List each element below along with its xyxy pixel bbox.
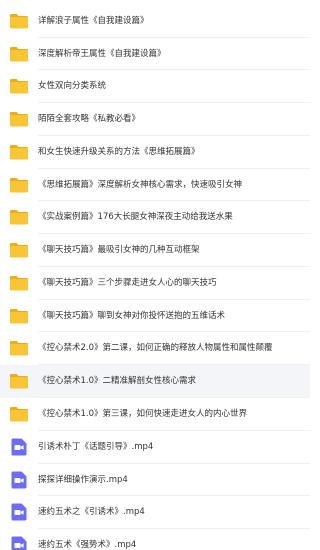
folder-icon [9,338,29,358]
file-name: 《控心禁术1.0》第三课，如何快速走进女人的内心世界 [38,409,248,420]
folder-row[interactable]: 陌陌全套攻略《私教必看》 [0,103,310,136]
file-name: 《控心禁术2.0》第二课，如何正确的释放人物属性和属性颠覆 [38,343,273,354]
folder-icon [9,306,29,326]
video-file-row[interactable]: 引诱术朴丁《话题引导》.mp4 [0,431,310,464]
folder-icon [9,11,29,31]
file-name: 《聊天技巧篇》聊到女神对你投怀送抱的五维话术 [38,310,226,321]
file-name: 陌陌全套攻略《私教必看》 [38,114,141,125]
folder-icon [9,142,29,162]
folder-row[interactable]: 深度解析帝王属性《自我建设篇》 [0,38,310,71]
folder-row[interactable]: 《控心禁术1.0》第三课，如何快速走进女人的内心世界 [0,398,310,431]
folder-row[interactable]: 详解浪子属性《自我建设篇》 [0,5,310,38]
file-name: 引诱术朴丁《话题引导》.mp4 [38,442,154,453]
file-name: 《控心禁术1.0》二精准解剖女性核心需求 [38,376,197,387]
file-name: 和女生快速升级关系的方法《思维拓展篇》 [38,147,200,158]
folder-icon [9,76,29,96]
file-name: 《实战案例篇》176大长腿女神深夜主动给我送水果 [38,212,233,223]
folder-row[interactable]: 《聊天技巧篇》最吸引女神的几种互动框架 [0,234,310,267]
file-name: 深度解析帝王属性《自我建设篇》 [38,48,166,59]
video-icon [9,470,29,490]
file-name: 《思维拓展篇》深度解析女神核心需求，快速吸引女神 [38,179,243,190]
folder-icon [9,44,29,64]
file-name: 女性双向分类系统 [38,81,107,92]
video-file-row[interactable]: 速约五术《强势术》.mp4 [0,529,310,550]
folder-row[interactable]: 《控心禁术2.0》第二课，如何正确的释放人物属性和属性颠覆 [0,332,310,365]
file-name: 探探详细操作演示.mp4 [38,474,128,485]
folder-icon [9,109,29,129]
folder-icon [9,175,29,195]
folder-row[interactable]: 《实战案例篇》176大长腿女神深夜主动给我送水果 [0,201,310,234]
folder-icon [9,273,29,293]
video-file-row[interactable]: 速约五术之《引诱术》.mp4 [0,496,310,529]
video-icon [9,437,29,457]
file-name: 速约五术《强势术》.mp4 [38,540,137,550]
video-icon [9,502,29,522]
folder-icon [9,404,29,424]
folder-icon [9,371,29,391]
folder-icon [9,207,29,227]
folder-row[interactable]: 《思维拓展篇》深度解析女神核心需求，快速吸引女神 [0,169,310,202]
file-name: 《聊天技巧篇》最吸引女神的几种互动框架 [38,245,200,256]
folder-row[interactable]: 和女生快速升级关系的方法《思维拓展篇》 [0,136,310,169]
folder-icon [9,240,29,260]
folder-row[interactable]: 《控心禁术1.0》二精准解剖女性核心需求 [0,365,310,398]
file-name: 《聊天技巧篇》三个步骤走进女人心的聊天技巧 [38,278,217,289]
video-file-row[interactable]: 探探详细操作演示.mp4 [0,464,310,497]
video-icon [9,535,29,550]
file-name: 速约五术之《引诱术》.mp4 [38,507,145,518]
file-name: 详解浪子属性《自我建设篇》 [38,16,149,27]
folder-row[interactable]: 《聊天技巧篇》三个步骤走进女人心的聊天技巧 [0,267,310,300]
folder-row[interactable]: 《聊天技巧篇》聊到女神对你投怀送抱的五维话术 [0,300,310,333]
file-list: 详解浪子属性《自我建设篇》深度解析帝王属性《自我建设篇》 女性双向分类系统陌陌全套… [0,0,310,550]
folder-row[interactable]: 女性双向分类系统 [0,70,310,103]
